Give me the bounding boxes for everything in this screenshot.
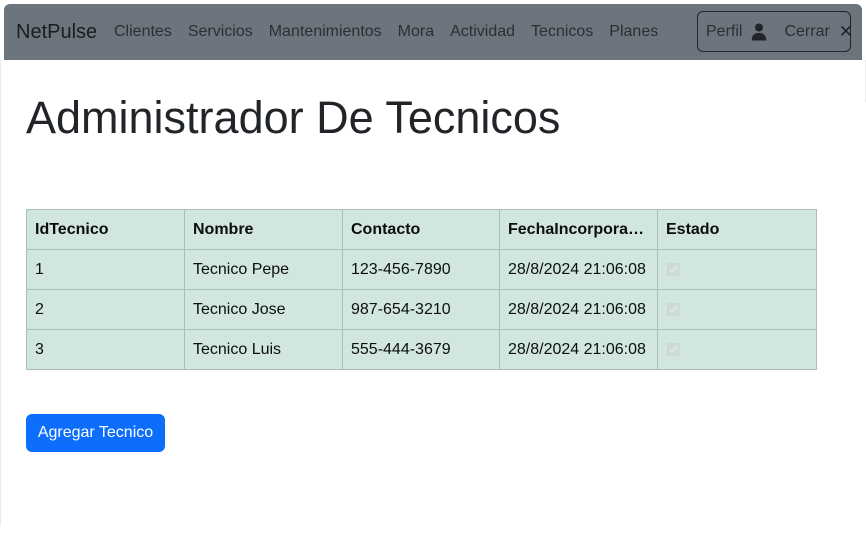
- nav-link-actividad[interactable]: Actividad: [450, 23, 515, 41]
- table-row: 3 Tecnico Luis 555-444-3679 28/8/2024 21…: [26, 329, 817, 370]
- estado-checkbox: [667, 342, 680, 356]
- add-tecnico-button[interactable]: Agregar Tecnico: [26, 414, 165, 452]
- page-frame-left: [0, 60, 4, 526]
- nav-link-mora[interactable]: Mora: [398, 23, 434, 41]
- cell-nombre: Tecnico Pepe: [184, 249, 343, 290]
- table-row: 2 Tecnico Jose 987-654-3210 28/8/2024 21…: [26, 289, 817, 330]
- nav-link-clientes[interactable]: Clientes: [114, 23, 172, 41]
- cell-estado: [657, 329, 817, 370]
- column-header-nombre: Nombre: [184, 209, 343, 250]
- column-header-estado: Estado: [657, 209, 817, 250]
- cell-contacto: 555-444-3679: [342, 329, 500, 370]
- user-icon: [752, 22, 767, 40]
- cell-nombre: Tecnico Luis: [184, 329, 343, 370]
- cell-id: 2: [26, 289, 185, 330]
- cell-fecha: 28/8/2024 21:06:08: [499, 289, 658, 330]
- table-row: 1 Tecnico Pepe 123-456-7890 28/8/2024 21…: [26, 249, 817, 290]
- page-title: Administrador De Tecnicos: [26, 92, 561, 143]
- close-icon: ✕: [838, 21, 854, 41]
- nav-link-tecnicos[interactable]: Tecnicos: [531, 23, 593, 41]
- nav-links: Clientes Servicios Mantenimientos Mora A…: [114, 4, 674, 60]
- cell-estado: [657, 289, 817, 330]
- nav-link-mantenimientos[interactable]: Mantenimientos: [269, 23, 382, 41]
- profile-label: Perfil: [706, 22, 743, 40]
- cell-contacto: 987-654-3210: [342, 289, 500, 330]
- account-menu: Perfil Cerrar ✕: [697, 11, 853, 52]
- page-frame-right: [862, 60, 866, 102]
- estado-checkbox: [667, 302, 680, 316]
- top-navbar: NetPulse Clientes Servicios Mantenimient…: [4, 4, 862, 60]
- nav-link-servicios[interactable]: Servicios: [188, 23, 253, 41]
- brand-logo[interactable]: NetPulse: [16, 18, 97, 46]
- logout-label: Cerrar: [784, 22, 830, 40]
- tecnicos-table: IdTecnico Nombre Contacto FechaIncorpora…: [26, 209, 817, 370]
- cell-fecha: 28/8/2024 21:06:08: [499, 249, 658, 290]
- profile-link[interactable]: Perfil: [706, 23, 768, 41]
- column-header-idtecnico: IdTecnico: [26, 209, 185, 250]
- column-header-contacto: Contacto: [342, 209, 500, 250]
- nav-link-planes[interactable]: Planes: [609, 23, 658, 41]
- cell-fecha: 28/8/2024 21:06:08: [499, 329, 658, 370]
- column-header-fecha: FechaIncorporac...: [499, 209, 658, 250]
- cell-id: 3: [26, 329, 185, 370]
- table-header-row: IdTecnico Nombre Contacto FechaIncorpora…: [26, 209, 817, 250]
- cell-nombre: Tecnico Jose: [184, 289, 343, 330]
- cell-estado: [657, 249, 817, 290]
- cell-contacto: 123-456-7890: [342, 249, 500, 290]
- logout-link[interactable]: Cerrar ✕: [784, 22, 853, 42]
- estado-checkbox: [667, 262, 680, 276]
- cell-id: 1: [26, 249, 185, 290]
